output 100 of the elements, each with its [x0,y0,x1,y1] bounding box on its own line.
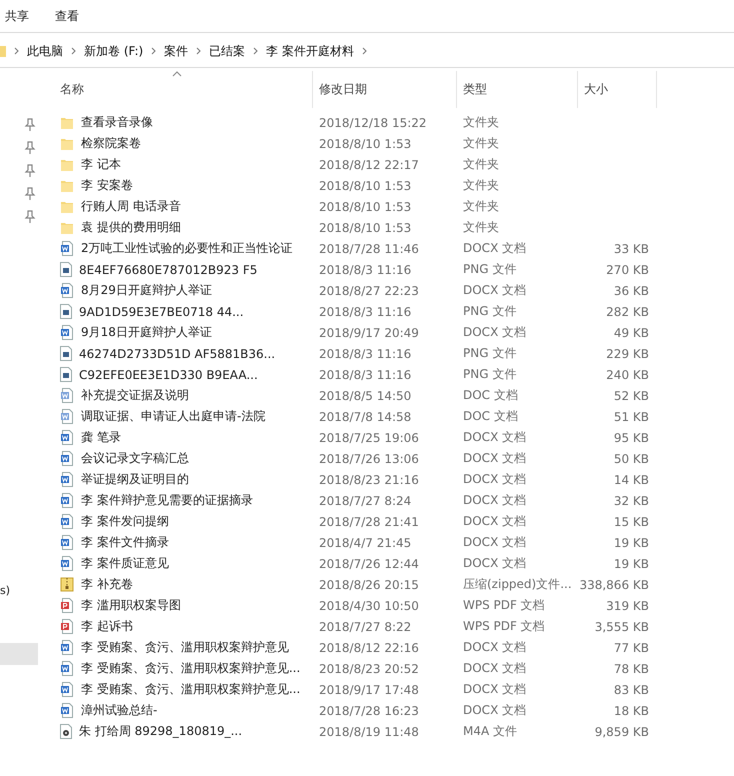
modified-date: 2018/4/30 10:50 [318,598,420,612]
file-name[interactable]: 46274D2733D51D AF5881B36... [79,346,276,360]
modified-date: 2018/12/18 15:22 [318,116,428,130]
archive-icon [60,577,74,592]
file-name[interactable]: 会议记录文字稿汇总 [81,450,189,467]
file-name[interactable]: 2万吨工业性试验的必要性和正当性论证 [81,240,293,257]
pin-icon[interactable] [24,141,36,155]
file-name[interactable]: 李 案件发问提纲 [81,513,169,530]
ribbon-tab[interactable]: 查看 [55,6,79,26]
pin-icon[interactable] [24,164,36,178]
pin-icon[interactable] [24,118,36,132]
chevron-icon [71,47,76,55]
file-name[interactable]: 李 案件质证意见 [81,555,169,572]
file-name[interactable]: 举证提纲及证明目的 [81,471,189,488]
chevron-icon [253,47,258,55]
file-type: DOCX 文档 [462,492,528,509]
modified-date: 2018/8/10 1:53 [318,200,412,214]
column-header[interactable]: 修改日期 [313,71,457,108]
file-size: 338,866 KB [578,578,650,592]
file-type: DOCX 文档 [462,513,528,530]
pin-icon[interactable] [24,210,36,224]
file-name[interactable]: 检察院案卷 [81,135,141,152]
image-file-icon [60,367,72,382]
document-icon [60,661,74,676]
modified-date: 2018/8/3 11:16 [318,304,412,318]
column-header[interactable]: 名称 [48,71,313,108]
document-icon [60,703,74,718]
file-name[interactable]: 李 滥用职权案导图 [81,597,181,614]
file-size: 19 KB [612,536,650,550]
file-type: DOCX 文档 [462,702,528,719]
file-type: PNG 文件 [462,366,518,383]
modified-date: 2018/8/23 20:52 [318,662,420,676]
file-size: 229 KB [605,346,650,360]
audio-file-icon [60,724,72,739]
document-icon [60,409,74,424]
chevron-icon [362,47,368,55]
file-name[interactable]: 漳州试验总结- [81,702,158,719]
file-name[interactable]: 9AD1D59E3E7BE0718 44... [79,304,244,318]
document-icon [60,388,74,403]
file-name[interactable]: 李 补充卷 [81,576,133,593]
modified-date: 2018/9/17 17:48 [318,682,420,696]
chevron-icon [151,47,156,55]
file-name[interactable]: 龚 笔录 [81,429,121,446]
file-name[interactable]: C92EFE0EE3E1D330 B9EAA... [79,368,258,382]
modified-date: 2018/8/23 21:16 [318,472,420,486]
file-type: 文件夹 [462,219,500,236]
file-name[interactable]: 8月29日开庭辩护人举证 [81,282,212,299]
file-type: DOCX 文档 [462,450,528,467]
file-type: 压缩(zipped)文件... [462,576,573,593]
modified-date: 2018/4/7 21:45 [318,536,412,550]
file-size: 15 KB [612,514,650,528]
file-name[interactable]: 李 案件辩护意见需要的证据摘录 [81,492,253,509]
breadcrumb-item[interactable]: 李 案件开庭材料 [266,42,354,60]
file-name[interactable]: 朱 打给周 89298_180819_... [79,723,242,740]
image-file-icon [60,304,72,319]
file-name[interactable]: 李 起诉书 [81,618,133,635]
file-name[interactable]: 李 案件文件摘录 [81,534,169,551]
file-name[interactable]: 8E4EF76680E787012B923 F5 [79,262,258,276]
modified-date: 2018/8/10 1:53 [318,220,412,234]
modified-date: 2018/8/26 20:15 [318,578,420,592]
file-size: 32 KB [612,494,650,508]
document-icon [60,283,74,298]
file-name[interactable]: 9月18日开庭辩护人举证 [81,324,212,341]
file-size: 78 KB [612,662,650,676]
nav-item-label[interactable]: s) [0,584,10,597]
file-name[interactable]: 李 记本 [81,156,121,173]
document-icon [60,556,74,571]
file-name[interactable]: 行贿人周 电话录音 [81,198,181,215]
file-type: DOCX 文档 [462,240,528,257]
column-header[interactable]: 大小 [578,71,657,108]
modified-date: 2018/8/3 11:16 [318,368,412,382]
file-name[interactable]: 补充提交证据及说明 [81,387,189,404]
file-type: PNG 文件 [462,345,518,362]
file-name[interactable]: 袁 提供的费用明细 [81,219,181,236]
breadcrumb-item[interactable]: 已结案 [209,42,246,60]
folder-icon [60,220,74,234]
file-name[interactable]: 李 受贿案、贪污、滥用职权案辩护意见... [81,660,300,677]
file-size: 33 KB [612,242,650,256]
file-name[interactable]: 李 安案卷 [81,177,133,194]
breadcrumb-item[interactable]: 案件 [164,42,188,60]
file-type: DOCX 文档 [462,429,528,446]
file-size: 49 KB [612,326,650,340]
column-header[interactable]: 类型 [457,71,578,108]
file-type: DOCX 文档 [462,639,528,656]
file-name[interactable]: 李 受贿案、贪污、滥用职权案辩护意见 [81,639,289,656]
modified-date: 2018/8/12 22:16 [318,640,420,654]
modified-date: 2018/8/10 1:53 [318,178,412,192]
pdf-icon [60,598,74,613]
file-name[interactable]: 查看录音录像 [81,114,153,131]
file-size: 19 KB [612,556,650,570]
file-name[interactable]: 李 受贿案、贪污、滥用职权案辩护意见... [81,681,300,698]
file-name[interactable]: 调取证据、申请证人出庭申请-法院 [81,408,266,425]
ribbon-tab[interactable]: 共享 [5,6,29,26]
breadcrumb-item[interactable]: 此电脑 [27,42,63,60]
pin-icon[interactable] [24,187,36,201]
file-type: M4A 文件 [462,723,518,740]
document-icon [60,325,74,340]
file-size: 83 KB [612,682,650,696]
breadcrumb-item[interactable]: 新加卷 (F:) [84,42,144,60]
modified-date: 2018/8/5 14:50 [318,388,412,402]
